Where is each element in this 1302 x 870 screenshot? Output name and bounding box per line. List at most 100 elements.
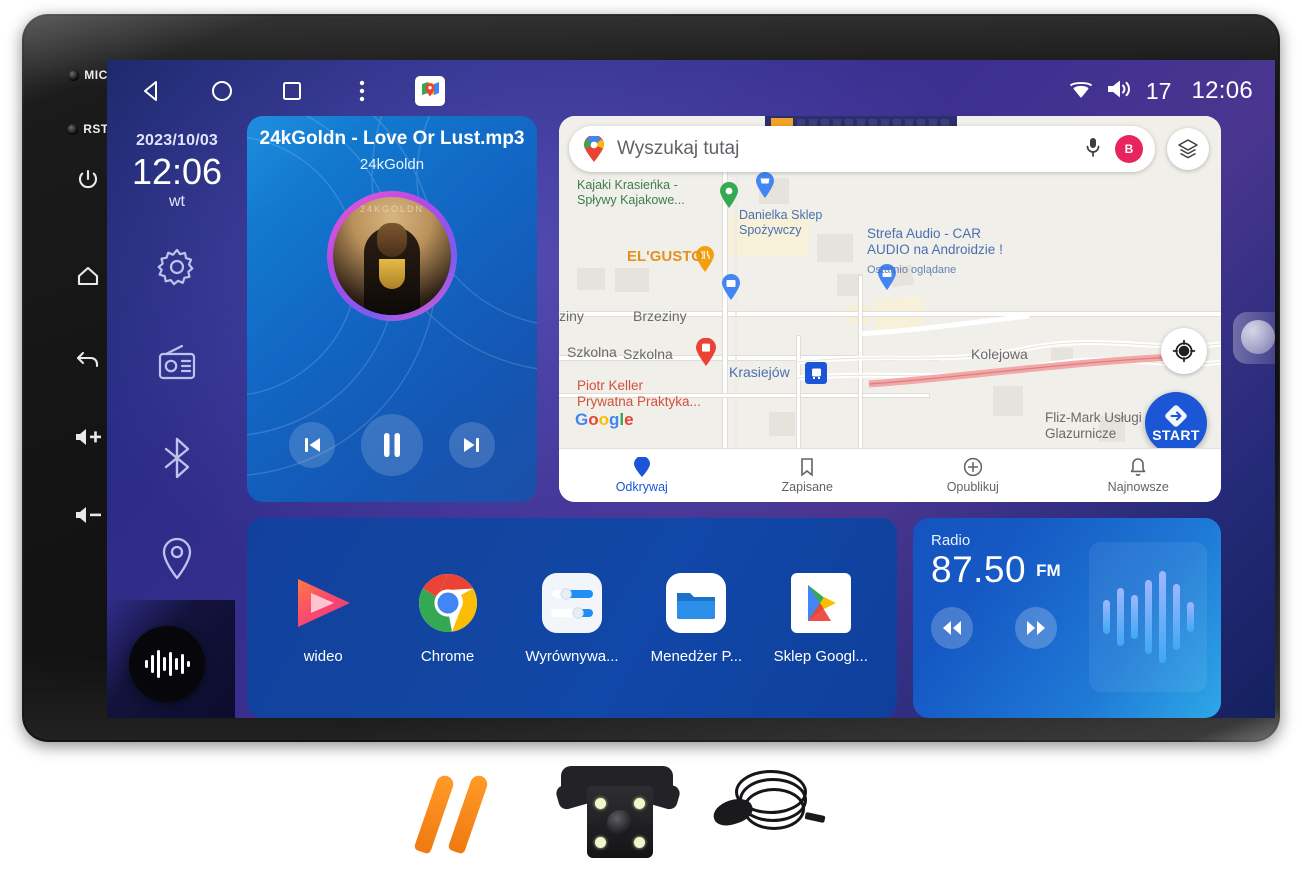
map-nav-explore[interactable]: Odkrywaj [559, 457, 725, 494]
music-controls [247, 414, 537, 476]
radio-card[interactable]: Radio 87.50 FM [913, 518, 1221, 718]
google-maps-pin-icon [583, 136, 605, 162]
panel-time: 12:06 [131, 151, 223, 192]
bell-icon [1131, 458, 1146, 476]
speaker-icon [1106, 78, 1134, 105]
app-label: Chrome [420, 647, 475, 665]
reset-hole[interactable]: RST [67, 122, 109, 136]
map-nav-contribute[interactable]: Opublikuj [890, 457, 1056, 494]
pause-icon[interactable] [361, 414, 423, 476]
microphone-icon[interactable] [1085, 136, 1101, 163]
pry-tools [413, 768, 528, 858]
radio-band: FM [1036, 561, 1061, 580]
radio-icon[interactable] [155, 342, 199, 387]
home-button[interactable] [75, 264, 101, 288]
map-label: Kolejowa [971, 346, 1028, 362]
google-attribution: Google [575, 410, 634, 429]
volume-up-button[interactable] [73, 426, 103, 448]
skip-next-icon[interactable] [449, 422, 495, 468]
map-bottom-nav: Odkrywaj Zapisane Opublikuj Najnowsze [559, 448, 1221, 502]
dots-vertical-icon[interactable] [345, 74, 379, 108]
map-label: Ostatnio oglądane [867, 264, 957, 276]
track-artist: 24kGoldn [359, 156, 425, 173]
nav-label: Zapisane [781, 480, 833, 494]
map-label: Danielka Sklep Spożywczy [739, 208, 823, 238]
fast-forward-icon[interactable] [1015, 607, 1057, 649]
app-label: Sklep Googl... [773, 647, 868, 665]
back-button[interactable] [75, 346, 101, 370]
skip-previous-icon[interactable] [289, 422, 335, 468]
app-label: wideo [303, 647, 343, 665]
radio-visualizer [1089, 542, 1207, 692]
map-label: Kajaki Krasieńka - Spływy Kajakowe... [577, 178, 685, 208]
status-clock: 12:06 [1191, 77, 1253, 104]
album-art-image: 24KGOLDN [333, 197, 451, 315]
app-label: Menedżer P... [650, 647, 743, 665]
map-label: Piotr Keller Prywatna Praktyka... [577, 378, 701, 410]
layers-icon[interactable] [1167, 128, 1209, 170]
map-search-placeholder[interactable]: Wyszukaj tutaj [617, 138, 739, 160]
external-microphone [705, 762, 826, 862]
mic-dot-icon [68, 69, 80, 81]
google-maps-icon[interactable] [415, 76, 445, 106]
bookmark-icon [801, 458, 814, 477]
power-button[interactable] [76, 168, 100, 192]
album-art: 24KGOLDN [327, 191, 457, 321]
plus-circle-icon [963, 457, 982, 477]
navigate-icon [1165, 405, 1187, 427]
map-label: Strefa Audio - CAR AUDIO na Androidzie ! [867, 226, 1003, 258]
back-nav-icon[interactable] [135, 74, 169, 108]
nav-label: Opublikuj [946, 480, 999, 494]
bluetooth-icon[interactable] [159, 435, 195, 486]
nav-label: Odkrywaj [615, 480, 668, 494]
map-label: EL'GUSTO [627, 248, 703, 265]
panel-date: 2023/10/03 [135, 132, 219, 149]
screenshot-root: MIC RST 17 12:06 2023/10/03 12:06 wt 24k… [0, 0, 1302, 870]
home-nav-icon[interactable] [205, 74, 239, 108]
start-navigation-button[interactable]: START [1145, 392, 1207, 454]
avatar[interactable]: B [1115, 135, 1143, 163]
status-indicators: 17 12:06 [1068, 77, 1253, 105]
gear-icon[interactable] [155, 245, 199, 294]
map-nav-saved[interactable]: Zapisane [725, 457, 891, 494]
album-art-title: 24KGOLDN [359, 204, 425, 214]
location-pin-icon [633, 457, 650, 477]
volume-down-button[interactable] [73, 504, 103, 526]
volume-knob[interactable] [1233, 312, 1275, 364]
radio-frequency: 87.50 [931, 549, 1027, 590]
video-player-icon [292, 572, 354, 634]
map-pin-store[interactable] [755, 172, 774, 198]
my-location-icon[interactable] [1161, 328, 1207, 374]
google-maps-card[interactable]: Kajaki Krasieńka - Spływy Kajakowe... Da… [559, 116, 1221, 502]
app-wideo[interactable]: wideo [267, 572, 379, 665]
map-pin-bank[interactable] [721, 274, 740, 300]
rst-dot-icon [67, 123, 79, 135]
volume-level: 17 [1145, 77, 1172, 104]
wifi-icon [1068, 79, 1094, 104]
recents-nav-icon[interactable] [275, 74, 309, 108]
mic-hole: MIC [68, 68, 108, 82]
rewind-icon[interactable] [931, 607, 973, 649]
track-title: 24kGoldn - Love Or Lust.mp3 [259, 128, 525, 149]
panel-icon-list [155, 245, 199, 587]
file-manager-icon [665, 572, 727, 634]
chrome-icon [417, 572, 479, 634]
map-label: ziny [559, 308, 584, 324]
app-equalizer[interactable]: Wyrównywa... [516, 572, 628, 665]
accessories-row [0, 748, 1302, 870]
album-art-chain [379, 259, 405, 289]
map-nav-updates[interactable]: Najnowsze [1056, 457, 1222, 494]
app-play-store[interactable]: Sklep Googl... [765, 572, 877, 665]
map-station-icon[interactable] [805, 362, 827, 384]
app-chrome[interactable]: Chrome [392, 572, 504, 665]
head-unit-screen[interactable]: 17 12:06 2023/10/03 12:06 wt 24kGoldn - … [107, 60, 1275, 718]
car-head-unit-bezel: MIC RST 17 12:06 2023/10/03 12:06 wt 24k… [22, 14, 1280, 742]
app-shortcuts-card: wideo Chrome Wyrównywa... Menedżer P... … [247, 518, 897, 718]
map-search-bar[interactable]: Wyszukaj tutaj B [569, 126, 1155, 172]
audio-waveform-icon[interactable] [129, 626, 205, 702]
map-surface[interactable]: Kajaki Krasieńka - Spływy Kajakowe... Da… [559, 116, 1221, 502]
location-pin-icon[interactable] [157, 534, 197, 587]
map-pin-health[interactable] [695, 337, 716, 366]
music-player-card[interactable]: 24kGoldn - Love Or Lust.mp3 24kGoldn 24K… [247, 116, 537, 502]
app-file-manager[interactable]: Menedżer P... [640, 572, 752, 665]
